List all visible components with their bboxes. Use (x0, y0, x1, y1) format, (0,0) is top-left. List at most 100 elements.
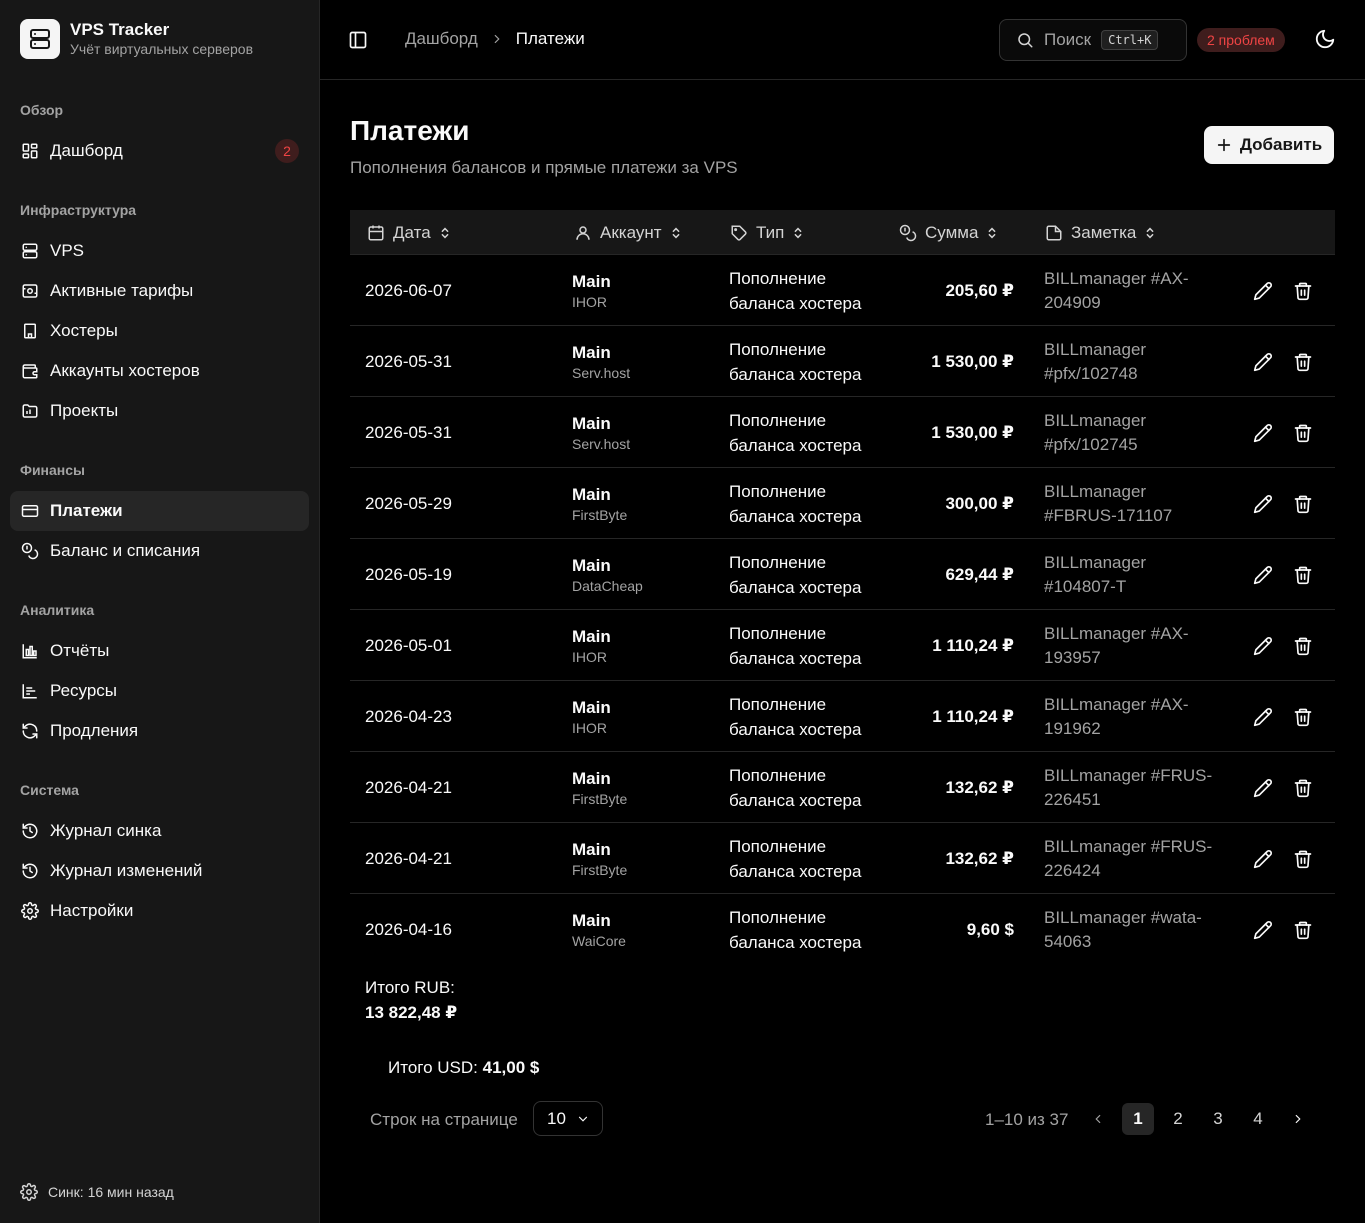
sidebar-item-reports[interactable]: Отчёты (10, 631, 309, 671)
page-title: Платежи (350, 115, 470, 146)
edit-button[interactable] (1250, 681, 1276, 752)
account-name: Main (572, 555, 611, 575)
sidebar-item-tariffs[interactable]: Активные тарифы (10, 271, 309, 311)
delete-button[interactable] (1290, 894, 1316, 965)
pencil-icon (1253, 565, 1273, 585)
table-row[interactable]: 2026-05-31 Main Serv.host Пополнение баланс… (350, 397, 1335, 468)
prev-page-button[interactable] (1082, 1103, 1114, 1135)
sidebar-item-label: Хостеры (50, 321, 118, 340)
sidebar-item-renewals[interactable]: Продления (10, 711, 309, 751)
rows-per-page-select[interactable]: 10 (533, 1101, 603, 1136)
account-name: Main (572, 768, 611, 788)
delete-button[interactable] (1290, 610, 1316, 681)
sort-icon (986, 226, 998, 240)
hoster-name: IHOR (572, 719, 607, 736)
sidebar-item-sync-log[interactable]: Журнал синка (10, 811, 309, 851)
edit-button[interactable] (1250, 539, 1276, 610)
sidebar-item-resources[interactable]: Ресурсы (10, 671, 309, 711)
column-header-date[interactable]: Дата (367, 210, 451, 255)
edit-button[interactable] (1250, 823, 1276, 894)
sync-status[interactable]: Синк: 16 мин назад (20, 1183, 174, 1201)
page-button-2[interactable]: 2 (1162, 1103, 1194, 1135)
table-row[interactable]: 2026-05-29 Main FirstByte Пополнение баланс… (350, 468, 1335, 539)
table-row[interactable]: 2026-04-21 Main FirstByte Пополнение баланс… (350, 752, 1335, 823)
sidebar-item-label: Баланс и списания (50, 541, 201, 560)
sort-icon (1144, 226, 1156, 240)
table-row[interactable]: 2026-05-19 Main DataCheap Пополнение баланс… (350, 539, 1335, 610)
payment-account: Main Serv.host (572, 397, 630, 468)
sidebar-toggle-icon[interactable] (348, 30, 368, 50)
column-header-type[interactable]: Тип (730, 210, 804, 255)
delete-button[interactable] (1290, 468, 1316, 539)
pencil-icon (1253, 352, 1273, 372)
payment-date: 2026-05-31 (365, 351, 452, 371)
trash-icon (1293, 281, 1313, 301)
edit-button[interactable] (1250, 894, 1276, 965)
sidebar-item-settings[interactable]: Настройки (10, 891, 309, 931)
account-name: Main (572, 839, 611, 859)
sidebar-item-change-log[interactable]: Журнал изменений (10, 851, 309, 891)
page-button-3[interactable]: 3 (1202, 1103, 1234, 1135)
pencil-icon (1253, 707, 1273, 727)
sidebar-item-balance[interactable]: Баланс и списания (10, 531, 309, 571)
sidebar-item-hosters[interactable]: Хостеры (10, 311, 309, 351)
column-header-account[interactable]: Аккаунт (574, 210, 682, 255)
chevron-right-icon (490, 32, 504, 46)
delete-button[interactable] (1290, 539, 1316, 610)
payment-date: 2026-05-19 (365, 564, 452, 584)
column-header-amount[interactable]: Сумма (899, 210, 998, 255)
table-row[interactable]: 2026-04-23 Main IHOR Пополнение баланса хос… (350, 681, 1335, 752)
delete-button[interactable] (1290, 326, 1316, 397)
page-button-1[interactable]: 1 (1122, 1103, 1154, 1135)
edit-button[interactable] (1250, 610, 1276, 681)
moon-icon[interactable] (1314, 28, 1338, 52)
table-row[interactable]: 2026-05-31 Main Serv.host Пополнение баланс… (350, 326, 1335, 397)
group-label-overview: Обзор (20, 102, 64, 118)
column-header-note[interactable]: Заметка (1045, 210, 1156, 255)
hoster-name: DataCheap (572, 577, 643, 594)
sidebar-item-hoster-accounts[interactable]: Аккаунты хостеров (10, 351, 309, 391)
edit-button[interactable] (1250, 752, 1276, 823)
next-page-button[interactable] (1282, 1103, 1314, 1135)
problems-badge[interactable]: 2 проблем (1197, 28, 1285, 52)
page-button-4[interactable]: 4 (1242, 1103, 1274, 1135)
edit-button[interactable] (1250, 326, 1276, 397)
table-row[interactable]: 2026-06-07 Main IHOR Пополнение баланса хос… (350, 255, 1335, 326)
delete-button[interactable] (1290, 397, 1316, 468)
delete-button[interactable] (1290, 681, 1316, 752)
payment-amount: 300,00 ₽ (945, 493, 1014, 513)
payment-date: 2026-05-01 (365, 635, 452, 655)
payment-note: BILLmanager #wata-54063 (1044, 907, 1202, 951)
payment-account: Main IHOR (572, 255, 611, 326)
edit-button[interactable] (1250, 255, 1276, 326)
delete-button[interactable] (1290, 823, 1316, 894)
breadcrumb-dashboard-link[interactable]: Дашборд (405, 29, 478, 49)
add-payment-label: Добавить (1239, 135, 1323, 154)
delete-button[interactable] (1290, 752, 1316, 823)
payment-date: 2026-04-16 (365, 919, 452, 939)
delete-button[interactable] (1290, 255, 1316, 326)
add-payment-button[interactable]: Добавить (1204, 126, 1334, 164)
table-row[interactable]: 2026-04-16 Main WaiCore Пополнение баланса … (350, 894, 1335, 965)
breadcrumb: Дашборд Платежи (405, 29, 585, 49)
plus-icon (1216, 137, 1232, 153)
table-row[interactable]: 2026-04-21 Main FirstByte Пополнение баланс… (350, 823, 1335, 894)
edit-button[interactable] (1250, 468, 1276, 539)
search-button[interactable]: Поиск Ctrl+K (999, 19, 1187, 61)
sidebar-item-label: Аккаунты хостеров (50, 361, 200, 380)
edit-button[interactable] (1250, 397, 1276, 468)
building-icon (20, 321, 40, 341)
payment-amount: 205,60 ₽ (945, 280, 1014, 300)
sidebar-item-dashboard[interactable]: Дашборд 2 (10, 131, 309, 171)
sidebar-item-projects[interactable]: Проекты (10, 391, 309, 431)
hoster-name: WaiCore (572, 932, 626, 949)
payment-note: BILLmanager #FRUS-226424 (1044, 836, 1213, 880)
sidebar-item-vps[interactable]: VPS (10, 231, 309, 271)
table-row[interactable]: 2026-05-01 Main IHOR Пополнение баланса хос… (350, 610, 1335, 681)
total-usd-value: 41,00 $ (482, 1058, 540, 1077)
search-shortcut: Ctrl+K (1101, 30, 1159, 50)
brand[interactable]: VPS Tracker Учёт виртуальных серверов (20, 19, 253, 59)
brand-subtitle: Учёт виртуальных серверов (70, 41, 254, 57)
group-label-infrastructure: Инфраструктура (20, 202, 137, 218)
sidebar-item-payments[interactable]: Платежи (10, 491, 309, 531)
